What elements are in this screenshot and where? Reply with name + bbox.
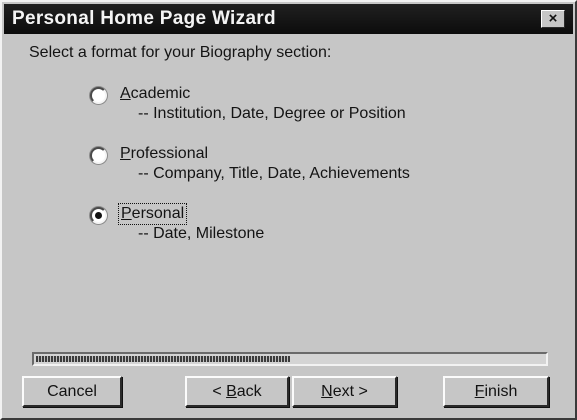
personal-mnemonic: P bbox=[121, 205, 132, 222]
professional-radio-button[interactable] bbox=[90, 147, 107, 164]
academic-label[interactable]: Academic bbox=[120, 85, 190, 103]
finish-mnemonic: F bbox=[474, 383, 485, 400]
professional-description: -- Company, Title, Date, Achievements bbox=[138, 165, 410, 182]
back-label: ack bbox=[236, 383, 262, 400]
professional-mnemonic: P bbox=[120, 145, 131, 162]
personal-description: -- Date, Milestone bbox=[138, 225, 265, 242]
personal-label-text: ersonal bbox=[131, 205, 185, 222]
cancel-button[interactable]: Cancel bbox=[22, 376, 122, 407]
finish-label: inish bbox=[484, 383, 518, 400]
close-icon: × bbox=[548, 10, 558, 27]
progress-fill bbox=[36, 356, 290, 362]
professional-label-text: rofessional bbox=[130, 145, 209, 162]
professional-label[interactable]: Professional bbox=[120, 145, 208, 163]
academic-radio-button[interactable] bbox=[90, 87, 107, 104]
wizard-dialog: Personal Home Page Wizard × Select a for… bbox=[0, 0, 577, 420]
finish-button[interactable]: Finish bbox=[443, 376, 549, 407]
back-button[interactable]: < Back bbox=[185, 376, 289, 407]
wizard-progress-bar bbox=[32, 352, 548, 366]
personal-label[interactable]: Personal bbox=[117, 203, 188, 225]
window-title: Personal Home Page Wizard bbox=[12, 8, 276, 29]
personal-radio-button[interactable] bbox=[90, 207, 107, 224]
back-mnemonic: B bbox=[226, 383, 237, 400]
academic-label-text: cademic bbox=[130, 85, 191, 102]
back-prefix: < bbox=[212, 383, 227, 400]
next-button[interactable]: Next > bbox=[292, 376, 397, 407]
radio-selected-dot bbox=[95, 212, 102, 219]
next-label: ext > bbox=[332, 383, 368, 400]
academic-mnemonic: A bbox=[120, 85, 131, 102]
title-bar[interactable]: Personal Home Page Wizard × bbox=[4, 4, 573, 34]
next-mnemonic: N bbox=[321, 383, 333, 400]
close-button[interactable]: × bbox=[541, 10, 565, 28]
academic-description: -- Institution, Date, Degree or Position bbox=[138, 105, 406, 122]
format-prompt: Select a format for your Biography secti… bbox=[29, 44, 332, 61]
